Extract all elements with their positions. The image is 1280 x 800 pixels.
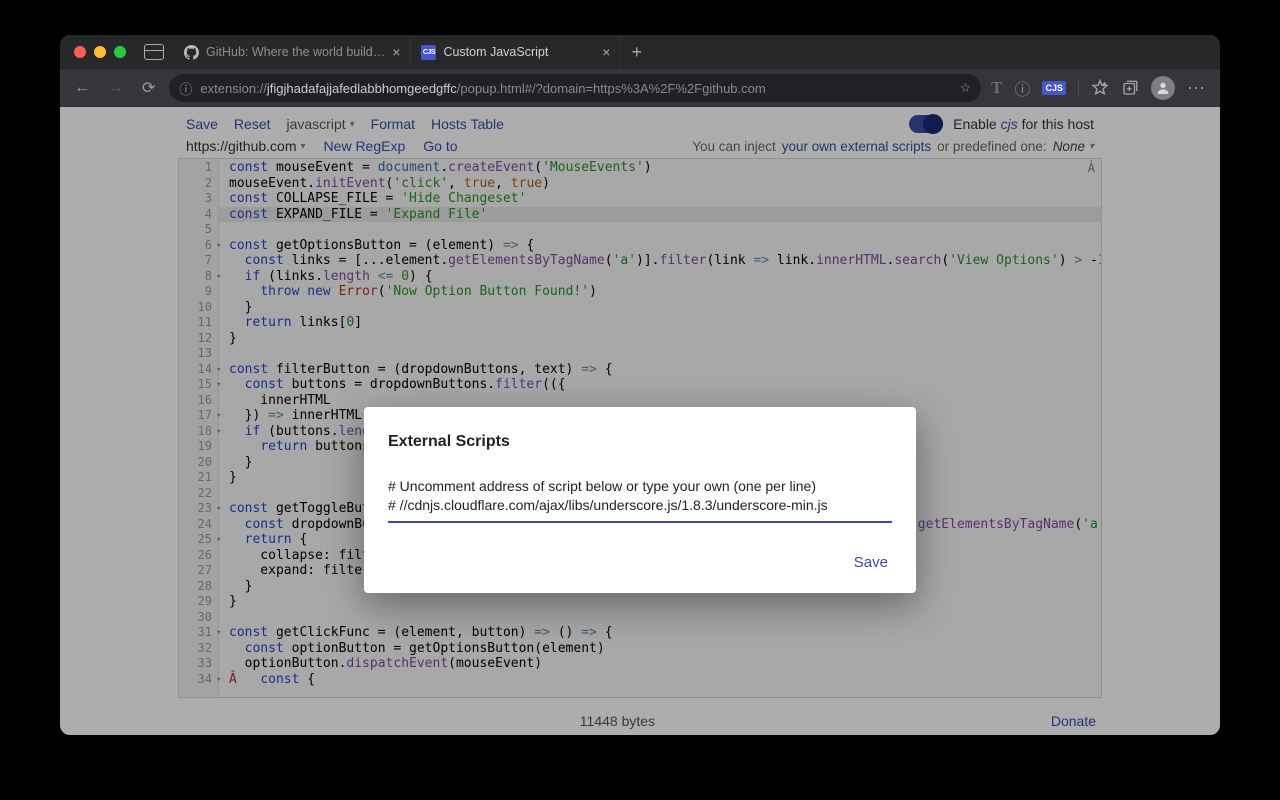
inject-label: You can inject	[692, 139, 776, 154]
separator	[1078, 79, 1079, 97]
github-favicon	[184, 45, 199, 60]
forward-button[interactable]: →	[104, 75, 128, 101]
donate-link[interactable]: Donate	[1051, 713, 1096, 729]
bookmark-icon[interactable]: ☆	[959, 80, 971, 96]
titlebar: GitHub: Where the world build… × CJS Cus…	[60, 35, 1220, 69]
or-predef-label: or predefined one:	[937, 139, 1047, 154]
close-tab-icon[interactable]: ×	[392, 45, 400, 59]
line-gutter: 1234567891011121314151617181920212223242…	[179, 159, 219, 697]
byte-count: 11448 bytes	[580, 713, 655, 729]
cjs-extension-icon[interactable]: CJS	[1042, 81, 1066, 95]
profile-avatar[interactable]	[1151, 76, 1175, 100]
window-controls	[74, 46, 126, 58]
new-tab-button[interactable]: +	[621, 42, 652, 63]
tab-overview-icon[interactable]	[144, 44, 164, 60]
reload-button[interactable]: ⟳	[138, 74, 159, 102]
unsaved-indicator: Ȧ	[1088, 161, 1095, 175]
enable-toggle-area: Enable cjs for this host	[909, 115, 1094, 133]
info-ext-icon[interactable]: ⓘ	[1014, 76, 1030, 100]
browser-toolbar: ← → ⟳ ⓘ extension://jfigjhadafajjafedlab…	[60, 69, 1220, 107]
extension-toolbar: Save Reset javascript Format Hosts Table…	[60, 107, 1220, 135]
modal-title: External Scripts	[388, 433, 892, 451]
new-regexp-link[interactable]: New RegExp	[324, 138, 406, 154]
minimize-window-button[interactable]	[94, 46, 106, 58]
go-to-link[interactable]: Go to	[423, 138, 457, 154]
site-info-icon[interactable]: ⓘ	[179, 79, 192, 98]
close-window-button[interactable]	[74, 46, 86, 58]
tab-strip: GitHub: Where the world build… × CJS Cus…	[174, 35, 621, 69]
tab-label: GitHub: Where the world build…	[206, 45, 385, 59]
browser-window: GitHub: Where the world build… × CJS Cus…	[60, 35, 1220, 735]
inject-controls: You can inject your own external scripts…	[692, 139, 1094, 154]
enable-toggle[interactable]	[909, 115, 943, 133]
reset-link[interactable]: Reset	[234, 116, 271, 132]
close-tab-icon[interactable]: ×	[602, 45, 610, 59]
tab-label: Custom JavaScript	[443, 45, 548, 59]
modal-save-button[interactable]: Save	[850, 548, 892, 577]
language-select[interactable]: javascript	[287, 116, 355, 132]
external-scripts-textarea[interactable]	[388, 475, 892, 523]
serif-t-icon[interactable]: T	[991, 78, 1002, 98]
enable-label: Enable cjs for this host	[953, 116, 1094, 132]
predef-select[interactable]: None	[1053, 139, 1094, 154]
collections-icon[interactable]	[1121, 79, 1139, 97]
tab-github[interactable]: GitHub: Where the world build… ×	[174, 35, 411, 69]
save-link[interactable]: Save	[186, 116, 218, 132]
editor-footer: 11448 bytes Donate	[178, 709, 1102, 733]
back-button[interactable]: ←	[70, 75, 94, 101]
maximize-window-button[interactable]	[114, 46, 126, 58]
toolbar-right: T ⓘ CJS ⋯	[991, 76, 1210, 100]
favorites-icon[interactable]	[1091, 79, 1109, 97]
url-text: extension://jfigjhadafajjafedlabbhomgeed…	[200, 81, 951, 96]
more-menu-icon[interactable]: ⋯	[1187, 79, 1206, 97]
format-link[interactable]: Format	[371, 116, 415, 132]
address-bar[interactable]: ⓘ extension://jfigjhadafajjafedlabbhomge…	[169, 74, 981, 102]
cjs-favicon: CJS	[421, 45, 436, 60]
domain-select[interactable]: https://github.com	[186, 138, 306, 154]
tab-cjs[interactable]: CJS Custom JavaScript ×	[411, 35, 621, 69]
extension-row2: https://github.com New RegExp Go to You …	[60, 135, 1220, 158]
page-content: Save Reset javascript Format Hosts Table…	[60, 107, 1220, 735]
hosts-table-link[interactable]: Hosts Table	[431, 116, 504, 132]
external-scripts-modal: External Scripts Save	[364, 407, 916, 593]
your-own-scripts-link[interactable]: your own external scripts	[782, 139, 931, 154]
